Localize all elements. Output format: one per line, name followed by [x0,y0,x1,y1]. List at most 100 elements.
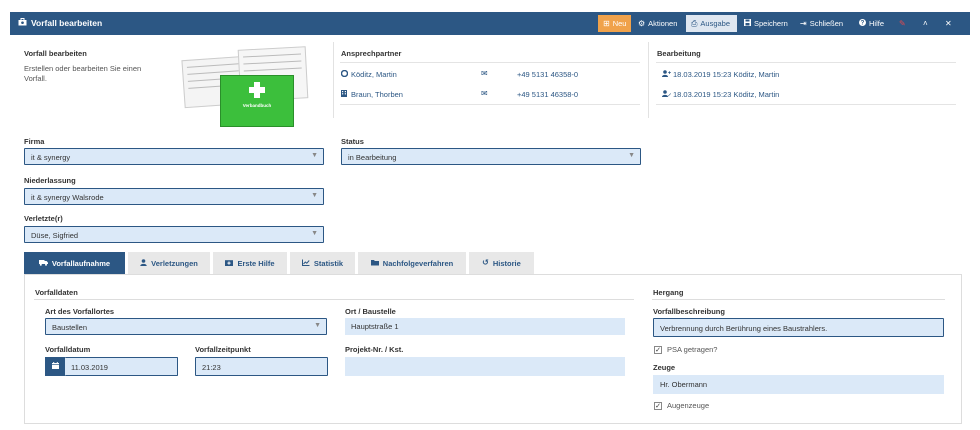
collapse-button[interactable]: ˄ [918,15,934,32]
zeit-input[interactable]: 21:23 [195,357,328,376]
psa-checkbox[interactable]: ✓ [654,345,662,354]
column-divider [648,42,649,118]
tab-statistik[interactable]: Statistik [290,252,355,274]
tab-verletzungen-label: Verletzungen [151,258,198,268]
window-close-button[interactable]: ✕ [940,15,956,32]
beschreibung-textarea[interactable]: Verbrennung durch Berührung eines Baustr… [653,318,944,337]
edit-button[interactable]: ✎ [894,15,910,32]
close-button[interactable]: ⇥ Schließen [795,15,852,32]
augenzeuge-checkbox-row[interactable]: ✓ Augenzeuge [654,401,709,410]
chevron-down-icon: ▼ [628,152,635,159]
contact-phone[interactable]: +49 5131 46358-0 [517,90,578,99]
processing-divider-bottom [656,104,956,105]
zeuge-input[interactable]: Hr. Obermann [653,375,944,394]
projekt-label: Projekt-Nr. / Kst. [345,345,404,354]
firma-select[interactable]: it & synergy ▼ [24,148,324,165]
contacts-divider-bottom [340,104,640,105]
booklet-cover: Verbandbuch [220,75,294,127]
chevron-down-icon: ▼ [311,152,318,159]
question-circle-icon: ? [859,19,866,28]
chevron-down-icon: ▼ [314,322,321,329]
line-chart-icon [301,259,310,268]
window-title-text: Vorfall bearbeiten [31,18,103,28]
psa-label: PSA getragen? [667,345,718,354]
ort-input[interactable]: Hauptstraße 1 [345,318,625,335]
section-divider [34,299,634,300]
svg-text:?: ? [861,21,865,26]
save-button[interactable]: Speichern [739,15,793,32]
tab-historie-label: Historie [492,258,521,268]
building-icon [341,89,351,99]
tab-erste-hilfe-label: Erste Hilfe [237,258,275,268]
psa-checkbox-row[interactable]: ✓ PSA getragen? [654,345,717,354]
history-icon: ↺ [482,258,489,267]
user-icon [140,258,147,268]
briefcase-icon [18,18,27,28]
first-aid-cross-icon [249,82,265,98]
contact-row[interactable]: Braun, Thorben ✉ +49 5131 46358-0 [341,87,641,101]
output-button[interactable]: ⎙ Ausgabe [686,15,737,32]
art-select[interactable]: Baustellen ▼ [45,318,327,335]
new-button[interactable]: ⊞ Neu [598,15,631,32]
chevron-down-icon: ▼ [311,192,318,199]
niederlassung-select-value: it & synergy Walsrode [31,193,104,202]
help-button[interactable]: ? Hilfe [854,15,888,32]
tab-verletzungen[interactable]: Verletzungen [128,252,210,274]
floppy-disk-icon [744,19,751,28]
status-select[interactable]: in Bearbeitung ▼ [341,148,641,165]
contact-row[interactable]: Köditz, Martin ✉ +49 5131 46358-0 [340,67,641,81]
plus-square-icon: ⊞ [603,18,610,28]
section-divider [652,299,945,300]
calendar-button[interactable] [45,357,65,376]
envelope-icon[interactable]: ✉ [481,90,517,98]
help-button-label: Hilfe [869,19,885,28]
tab-content-panel [24,274,962,424]
augenzeuge-label: Augenzeuge [667,401,710,410]
verletzte-select[interactable]: Düse, Sigfried ▼ [24,226,324,243]
tab-vorfallaufnahme[interactable]: Vorfallaufnahme [24,252,125,274]
niederlassung-select[interactable]: it & synergy Walsrode ▼ [24,188,324,205]
datum-label: Vorfalldatum [45,345,91,354]
tab-nachfolgeverfahren-label: Nachfolgeverfahren [382,258,454,268]
processing-entry-text: 18.03.2019 15:23 Köditz, Martin [673,89,780,99]
datum-input[interactable]: 11.03.2019 [65,357,178,376]
niederlassung-label: Niederlassung [24,176,76,185]
life-ring-icon [340,69,351,79]
vorfalldaten-heading: Vorfalldaten [35,288,78,297]
projekt-input[interactable] [345,357,625,376]
column-divider [333,42,334,118]
beschreibung-label: Vorfallbeschreibung [653,307,725,316]
info-description: Erstellen oder bearbeiten Sie einen Vorf… [24,64,142,83]
status-label: Status [341,137,364,146]
processing-divider [656,62,956,63]
art-select-value: Baustellen [52,323,88,332]
verletzte-label: Verletzte(r) [24,214,63,223]
actions-button[interactable]: ⚙ Aktionen [633,15,683,32]
contact-phone[interactable]: +49 5131 46358-0 [517,70,578,79]
first-aid-booklet-image: Verbandbuch [181,46,323,128]
zeuge-label: Zeuge [653,363,676,372]
hergang-heading: Hergang [653,288,684,297]
verletzte-select-value: Düse, Sigfried [31,231,79,240]
booklet-cover-label: Verbandbuch [242,103,272,108]
ort-label: Ort / Baustelle [345,307,396,316]
zeit-label: Vorfallzeitpunkt [195,345,251,354]
firma-select-value: it & synergy [31,153,71,162]
chevron-up-icon: ˄ [923,18,928,28]
tab-erste-hilfe[interactable]: Erste Hilfe [213,252,287,274]
datum-field[interactable]: 11.03.2019 [45,357,178,376]
tab-historie[interactable]: ↺ Historie [469,252,534,274]
tab-vorfallaufnahme-label: Vorfallaufnahme [51,258,111,268]
processing-heading: Bearbeitung [657,49,701,58]
augenzeuge-checkbox[interactable]: ✓ [654,401,662,410]
info-heading: Vorfall bearbeiten [24,49,87,58]
processing-entry: 18.03.2019 15:23 Köditz, Martin [662,87,779,101]
print-icon: ⎙ [691,18,698,28]
tab-nachfolgeverfahren[interactable]: Nachfolgeverfahren [358,252,466,274]
close-icon: ✕ [945,18,952,28]
save-button-label: Speichern [754,19,788,28]
folder-icon [370,259,379,268]
envelope-icon[interactable]: ✉ [481,70,517,78]
window-title: Vorfall bearbeiten [18,18,102,28]
firma-label: Firma [24,137,45,146]
